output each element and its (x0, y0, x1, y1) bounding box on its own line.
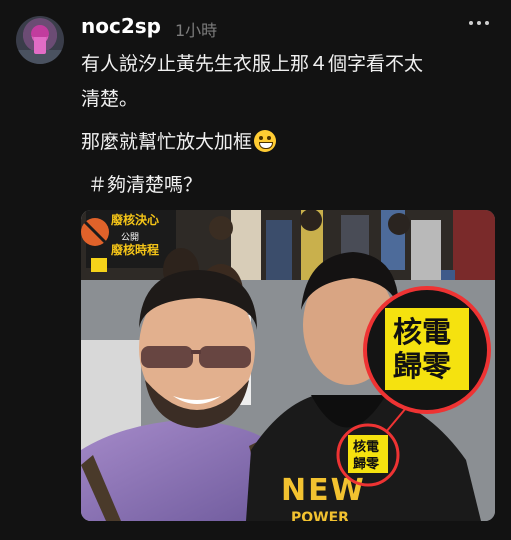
badge-large-line-1: 核電 (393, 315, 451, 349)
more-options-icon[interactable] (468, 12, 494, 34)
grinning-face-icon (254, 130, 277, 152)
sign-small-text: 公開 (121, 232, 139, 243)
badge-small-line-1: 核電 (353, 439, 379, 455)
username[interactable]: noc2sp (81, 14, 161, 38)
post-text-line-2: 清楚。 (81, 88, 139, 110)
sign-top-text: 廢核決心 (111, 212, 159, 227)
post-text-line-3: 那麼就幫忙放大加框 (81, 129, 277, 155)
post-time: 1小時 (175, 21, 218, 40)
badge-small-line-2: 歸零 (353, 456, 380, 472)
sign-bottom-text: 廢核時程 (111, 242, 159, 257)
avatar[interactable] (16, 16, 64, 64)
avatar-hair (31, 25, 49, 37)
post-text-line-3-label: 那麼就幫忙放大加框 (81, 131, 253, 153)
photo-illustration: 廢核決心 公開 廢核時程 NEW POWER 核電 歸零 核電 歸零 (81, 210, 495, 521)
shirt-text-new: NEW (281, 473, 366, 508)
badge-large-line-2: 歸零 (393, 349, 452, 383)
shirt-text-power: POWER (291, 510, 349, 521)
post-text-line-1: 有人說汐止黃先生衣服上那４個字看不太 (81, 53, 424, 75)
post-hashtag[interactable]: ＃夠清楚嗎？ (88, 172, 202, 198)
post-photo[interactable]: 廢核決心 公開 廢核時程 NEW POWER 核電 歸零 核電 歸零 (81, 210, 495, 521)
